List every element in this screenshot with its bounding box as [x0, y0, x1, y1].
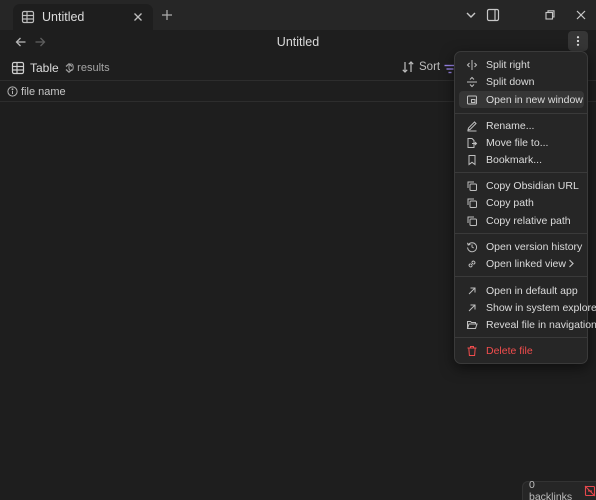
- menu-item-open-default-app[interactable]: Open in default app: [459, 282, 584, 299]
- view-switcher[interactable]: Table: [11, 61, 74, 75]
- trash-icon: [466, 345, 478, 357]
- menu-divider: [455, 172, 587, 173]
- menu-item-reveal-in-navigation[interactable]: Reveal file in navigation: [459, 316, 596, 333]
- column-label: file name: [21, 85, 66, 98]
- menu-item-label: Copy relative path: [486, 214, 571, 227]
- menu-item-split-right[interactable]: Split right: [459, 56, 584, 73]
- tab-untitled[interactable]: Untitled: [13, 4, 153, 30]
- tab-label: Untitled: [42, 10, 85, 24]
- menu-divider: [455, 276, 587, 277]
- menu-item-label: Show in system explorer: [486, 301, 596, 314]
- plus-icon[interactable]: [159, 7, 175, 23]
- history-icon: [466, 241, 478, 253]
- table-icon: [21, 10, 35, 24]
- close-icon[interactable]: [131, 10, 145, 24]
- status-bar: 0 backlinks: [522, 479, 596, 500]
- sort-label: Sort: [419, 61, 441, 73]
- menu-item-delete-file[interactable]: Delete file: [459, 342, 584, 359]
- chevron-right-icon: [566, 258, 576, 269]
- info-icon: [7, 86, 18, 97]
- view-label: Table: [30, 61, 59, 75]
- split-right-icon: [466, 59, 478, 71]
- menu-divider: [455, 337, 587, 338]
- sidebar-toggle-icon[interactable]: [485, 7, 501, 23]
- pencil-icon: [466, 120, 478, 132]
- link-icon: [466, 258, 478, 270]
- folder-open-icon: [466, 319, 478, 331]
- chevron-down-icon[interactable]: [463, 7, 479, 23]
- more-options-button[interactable]: [568, 31, 588, 51]
- menu-item-label: Open in new window: [486, 93, 583, 106]
- menu-item-label: Move file to...: [486, 136, 549, 149]
- bookmark-icon: [466, 154, 478, 166]
- menu-item-label: Reveal file in navigation: [486, 318, 596, 331]
- menu-item-open-linked-view[interactable]: Open linked view: [459, 255, 584, 272]
- menu-item-open-new-window[interactable]: Open in new window: [459, 91, 584, 108]
- menu-divider: [455, 233, 587, 234]
- menu-item-copy-relative-path[interactable]: Copy relative path: [459, 212, 584, 229]
- restore-window-icon[interactable]: [542, 7, 558, 23]
- results-count: 0 results: [68, 62, 110, 74]
- copy-icon: [466, 180, 478, 192]
- split-down-icon: [466, 76, 478, 88]
- menu-item-label: Bookmark...: [486, 153, 543, 166]
- menu-item-label: Open in default app: [486, 284, 578, 297]
- menu-item-label: Delete file: [486, 344, 533, 357]
- arrow-up-right-icon: [466, 285, 478, 297]
- sort-button[interactable]: Sort: [401, 60, 440, 74]
- menu-item-label: Copy path: [486, 196, 534, 209]
- menu-item-show-in-explorer[interactable]: Show in system explorer: [459, 299, 596, 316]
- move-file-icon: [466, 137, 478, 149]
- menu-item-bookmark[interactable]: Bookmark...: [459, 151, 584, 168]
- close-window-icon[interactable]: [573, 7, 589, 23]
- menu-item-label: Open version history: [486, 240, 583, 253]
- arrow-up-right-icon: [466, 302, 478, 314]
- menu-item-label: Split right: [486, 58, 530, 71]
- menu-item-copy-path[interactable]: Copy path: [459, 194, 584, 211]
- menu-divider: [455, 113, 587, 114]
- menu-item-copy-obsidian-url[interactable]: Copy Obsidian URL: [459, 177, 584, 194]
- menu-item-version-history[interactable]: Open version history: [459, 238, 584, 255]
- copy-icon: [466, 215, 478, 227]
- sort-icon: [401, 60, 415, 74]
- more-vertical-icon: [572, 35, 584, 47]
- new-window-icon: [466, 94, 478, 106]
- menu-item-split-down[interactable]: Split down: [459, 73, 584, 90]
- menu-item-label: Rename...: [486, 119, 535, 132]
- context-menu: Split right Split down Open in new windo…: [454, 51, 596, 364]
- menu-item-label: Copy Obsidian URL: [486, 179, 579, 192]
- copy-icon: [466, 197, 478, 209]
- table-icon: [11, 61, 25, 75]
- menu-item-label: Split down: [486, 75, 535, 88]
- unlinked-icon[interactable]: [584, 485, 596, 497]
- menu-item-move-file[interactable]: Move file to...: [459, 134, 584, 151]
- page-title: Untitled: [276, 35, 320, 49]
- backlinks-count[interactable]: 0 backlinks: [529, 479, 577, 500]
- menu-item-rename[interactable]: Rename...: [459, 117, 584, 134]
- title-bar: Untitled: [0, 0, 596, 30]
- menu-item-label: Open linked view: [486, 257, 566, 270]
